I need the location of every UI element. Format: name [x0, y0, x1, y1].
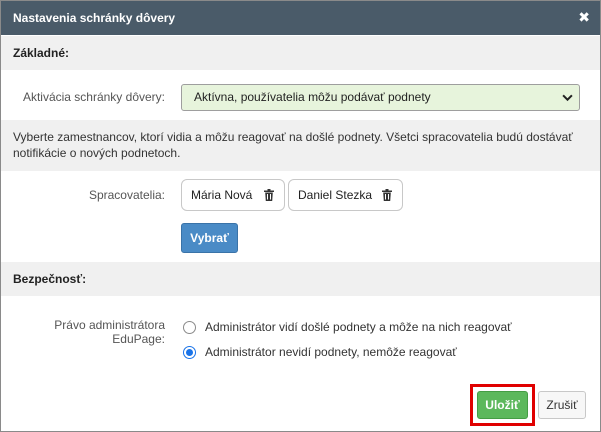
- admin-option-cannot-see[interactable]: Administrátor nevidí podnety, nemôže rea…: [183, 343, 457, 361]
- radio-label: Administrátor nevidí podnety, nemôže rea…: [205, 345, 457, 359]
- dialog-title: Nastavenia schránky dôvery: [13, 11, 176, 25]
- trash-icon[interactable]: [264, 189, 274, 201]
- radio-label: Administrátor vidí došlé podnety a môže …: [205, 320, 512, 334]
- processors-label: Spracovatelia:: [88, 188, 165, 202]
- processor-chip: Daniel Stezka: [288, 179, 403, 211]
- trust-box-settings-dialog: Nastavenia schránky dôvery ✖ Základné: A…: [0, 0, 601, 432]
- close-icon[interactable]: ✖: [578, 9, 590, 25]
- activation-select[interactable]: Aktívna, používatelia môžu podávať podne…: [181, 84, 580, 111]
- chevron-down-icon: [562, 94, 573, 102]
- dialog-titlebar: Nastavenia schránky dôvery ✖: [1, 1, 600, 35]
- admin-rights-label-line1: Právo administrátora: [54, 318, 165, 332]
- select-processors-button[interactable]: Vybrať: [181, 223, 238, 253]
- section-header-basic: Základné:: [1, 36, 600, 70]
- processors-info-text: Vyberte zamestnancov, ktorí vidia a môžu…: [1, 120, 600, 171]
- section-header-security: Bezpečnosť:: [1, 262, 600, 296]
- activation-select-value: Aktívna, používatelia môžu podávať podne…: [194, 90, 431, 104]
- radio-button-selected[interactable]: [183, 345, 196, 359]
- admin-option-can-react[interactable]: Administrátor vidí došlé podnety a môže …: [183, 318, 512, 336]
- activation-label: Aktivácia schránky dôvery:: [22, 90, 165, 104]
- save-button[interactable]: Uložiť: [477, 391, 528, 419]
- cancel-button[interactable]: Zrušiť: [538, 391, 586, 419]
- processor-chip: Mária Nová: [181, 179, 285, 211]
- processor-name: Daniel Stezka: [298, 188, 373, 202]
- radio-button[interactable]: [183, 320, 196, 334]
- processor-name: Mária Nová: [191, 188, 253, 202]
- trash-icon[interactable]: [382, 189, 392, 201]
- admin-rights-label-line2: EduPage:: [112, 332, 165, 346]
- admin-rights-label: Právo administrátora EduPage:: [21, 318, 165, 346]
